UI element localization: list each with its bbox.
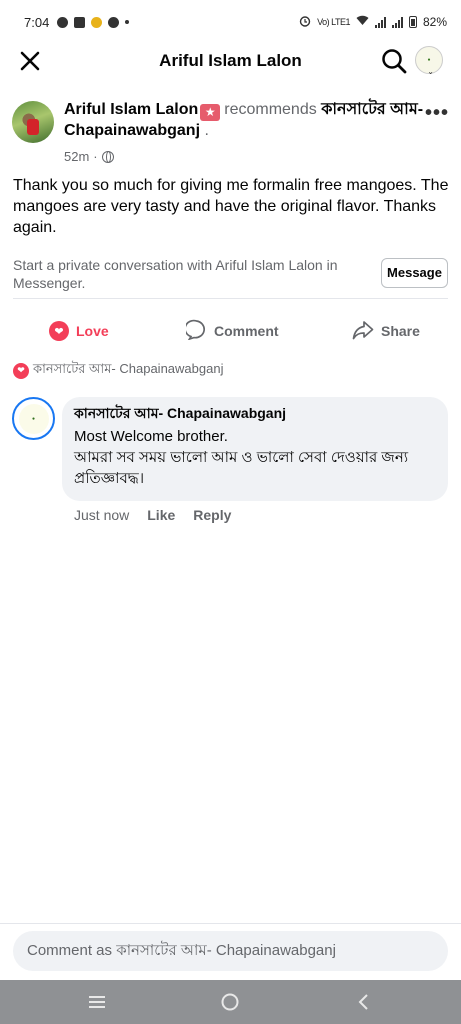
heart-icon: ❤ [13,362,29,379]
comment-like-button[interactable]: Like [147,507,175,523]
comment-line-2: আমরা সব সময় ভালো আম ও ভালো সেবা দেওয়ার… [74,449,409,487]
post-actions: ❤ Love Comment Share [0,316,461,346]
more-icon[interactable]: ••• [425,102,449,125]
signal-icon [374,16,386,28]
back-icon[interactable] [354,992,374,1012]
share-button[interactable]: Share [352,316,420,346]
post-body: Thank you so much for giving me formalin… [13,177,449,236]
comment-label: Comment [214,323,279,339]
comment-bubble: কানসাটের আম- Chapainawabganj Most Welcom… [62,397,448,501]
divider [13,298,448,299]
status-time: 7:04 [24,14,50,30]
comment-author[interactable]: কানসাটের আম- Chapainawabganj [74,404,436,422]
post-meta: 52m · [64,149,114,164]
system-nav-bar [0,980,461,1024]
comment-text: Most Welcome brother. আমরা সব সময় ভালো … [74,426,436,489]
reactor-name: কানসাটের আম- Chapainawabganj [33,361,224,376]
chevron-down-icon: ⌄ [427,67,434,76]
comment-input-placeholder: Comment as কানসাটের আম- Chapainawabganj [27,941,336,959]
system-icons: Vo) LTE1 82% [299,15,447,30]
alarm-icon [299,15,311,30]
recycle-icon [91,16,103,28]
comment-time: Just now [74,507,130,523]
comment-line-1: Most Welcome brother. [74,428,228,445]
page-logo-icon: ● [18,403,49,434]
messenger-icon [57,16,69,28]
recommends-verb: recommends [224,101,317,118]
composer-divider [0,923,461,924]
network-label: Vo) LTE1 [317,17,350,27]
reactions-summary[interactable]: ❤ কানসাটের আম- Chapainawabganj [13,360,223,381]
meta-separator: · [93,149,98,164]
love-label: Love [76,323,109,339]
binance-icon [74,16,86,28]
comment-icon [184,319,207,343]
author-avatar[interactable] [12,101,54,143]
wifi-icon [356,15,369,29]
notification-icons [57,16,130,28]
post-time[interactable]: 52m [64,149,89,164]
status-bar: 7:04 Vo) LTE1 82% [0,0,461,44]
share-icon [352,320,374,343]
close-icon[interactable] [18,49,42,73]
page-logo-icon: ● [427,57,431,63]
settings-icon [108,16,120,28]
app-bar: Ariful Islam Lalon ● ⌄ [0,44,461,78]
commenter-avatar[interactable]: ● [12,397,55,440]
comment-button[interactable]: Comment [184,316,279,346]
share-label: Share [381,323,420,339]
message-button[interactable]: Message [381,258,448,288]
comment-reply-button[interactable]: Reply [193,507,231,523]
home-icon[interactable] [220,992,240,1012]
search-icon[interactable] [381,48,407,74]
profile-switcher-button[interactable]: ● ⌄ [415,46,443,76]
signal-icon-2 [391,16,403,28]
heart-icon: ❤ [49,321,69,341]
battery-icon [408,16,417,28]
love-button[interactable]: ❤ Love [49,316,109,346]
comment-actions: Just now Like Reply [74,507,231,523]
messenger-prompt: Start a private conversation with Ariful… [13,257,338,291]
post-author-name[interactable]: Ariful Islam Lalon [64,101,198,118]
globe-icon [101,150,114,163]
page-suffix: . [200,122,209,139]
post-header: Ariful Islam Lalon ★ recommends কানসাটের আ… [64,100,424,141]
more-notifications-icon [125,20,130,24]
battery-level: 82% [422,15,447,29]
menu-icon[interactable] [87,992,107,1012]
star-badge-icon: ★ [200,104,221,121]
comment-input[interactable]: Comment as কানসাটের আম- Chapainawabganj [13,931,448,971]
